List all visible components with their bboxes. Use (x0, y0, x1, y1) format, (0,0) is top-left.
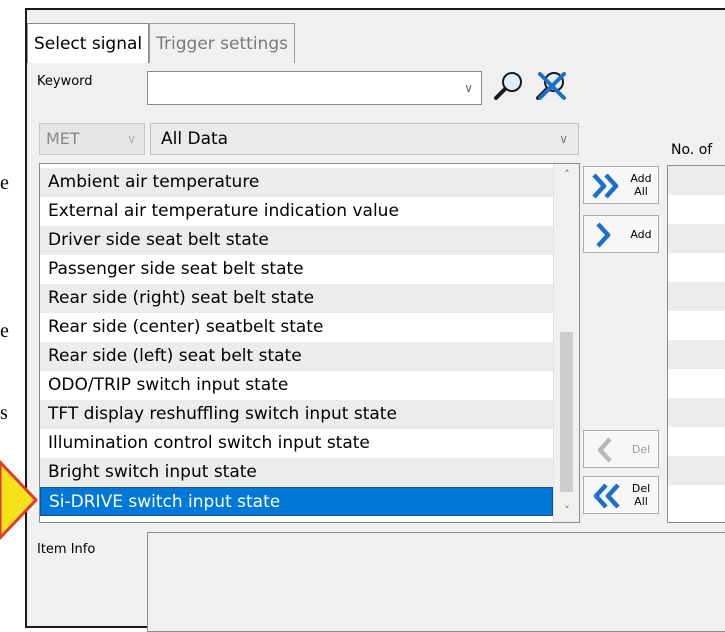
edge-text-fragment: e (0, 172, 9, 194)
item-info-label: Item Info (37, 542, 96, 557)
selected-list-item[interactable] (668, 398, 725, 427)
signal-list-item[interactable]: Rear side (right) seat belt state (40, 284, 553, 313)
chevron-left-icon (597, 437, 612, 463)
signal-list-scrollbar[interactable]: ˄ ˅ (553, 164, 579, 522)
selected-list-item[interactable] (668, 195, 725, 224)
keyword-input[interactable]: ∨ (147, 71, 482, 105)
add-all-button[interactable]: Add All (583, 166, 659, 204)
selected-list-item[interactable] (668, 253, 725, 282)
signal-list-item[interactable]: Ambient air temperature (40, 168, 553, 197)
item-info-box (147, 532, 725, 632)
selected-list-item[interactable] (668, 427, 725, 456)
double-chevron-right-icon (592, 173, 619, 199)
chevron-down-icon: ∨ (559, 132, 568, 146)
tab-select-signal[interactable]: Select signal (27, 23, 150, 63)
search-button[interactable] (492, 68, 528, 102)
add-all-label-line2: All (634, 185, 648, 198)
add-label: Add (630, 227, 652, 241)
tab-bar: Select signal Trigger settings (27, 23, 295, 63)
selected-list-item[interactable] (668, 224, 725, 253)
signal-list-item[interactable]: Rear side (left) seat belt state (40, 342, 553, 371)
met-dropdown[interactable]: MET ∨ (39, 123, 145, 155)
signal-list[interactable]: Ambient air temperature External air temp… (39, 163, 580, 523)
signal-list-item[interactable]: Driver side seat belt state (40, 226, 553, 255)
tab-trigger-settings[interactable]: Trigger settings (149, 23, 295, 63)
data-filter-dropdown[interactable]: All Data ∨ (150, 123, 579, 155)
signal-list-item[interactable]: Passenger side seat belt state (40, 255, 553, 284)
clear-search-icon (536, 72, 566, 100)
scroll-up-icon[interactable]: ˄ (554, 164, 579, 186)
signal-list-item[interactable]: Si-DRIVE switch input state (40, 487, 553, 516)
signal-list-item[interactable]: Bright switch input state (40, 458, 553, 487)
signal-list-item[interactable]: Rear side (center) seatbelt state (40, 313, 553, 342)
right-list-header: No. of (671, 142, 713, 158)
del-label: Del (631, 442, 651, 456)
data-filter-value: All Data (161, 129, 229, 149)
add-all-label-line1: Add (630, 172, 652, 185)
chevron-down-icon: ∨ (127, 132, 136, 146)
del-button[interactable]: Del (583, 430, 659, 468)
signal-list-item[interactable]: TFT display reshuffling switch input sta… (40, 400, 553, 429)
del-all-label-line2: All (634, 495, 648, 508)
selected-list-item[interactable] (668, 485, 725, 514)
edge-text-fragment: s (0, 402, 8, 424)
del-all-button[interactable]: Del All (583, 476, 659, 514)
selected-list-item[interactable] (668, 456, 725, 485)
chevron-down-icon[interactable]: ∨ (464, 81, 473, 95)
edge-text-fragment: e (0, 320, 9, 342)
selected-signals-list[interactable] (667, 165, 725, 523)
chevron-right-icon (596, 222, 611, 248)
selected-list-item[interactable] (668, 282, 725, 311)
keyword-label: Keyword (37, 74, 93, 89)
signal-list-rows: Ambient air temperature External air temp… (40, 168, 553, 516)
met-dropdown-value: MET (46, 129, 80, 148)
scroll-down-icon[interactable]: ˅ (554, 500, 579, 522)
signal-selection-panel: Select signal Trigger settings Keyword ∨… (25, 8, 725, 632)
search-icon (494, 72, 522, 100)
scrollbar-thumb[interactable] (560, 332, 573, 492)
signal-list-item[interactable]: Illumination control switch input state (40, 429, 553, 458)
selected-list-item[interactable] (668, 369, 725, 398)
add-button[interactable]: Add (583, 215, 659, 253)
clear-search-button[interactable] (534, 68, 570, 102)
selected-list-item[interactable] (668, 311, 725, 340)
double-chevron-left-icon (593, 483, 620, 509)
selected-list-item[interactable] (668, 340, 725, 369)
signal-list-item[interactable]: ODO/TRIP switch input state (40, 371, 553, 400)
selected-list-item[interactable] (668, 166, 725, 195)
callout-arrow-icon (0, 460, 38, 540)
del-all-label-line1: Del (631, 482, 651, 495)
signal-list-item[interactable]: External air temperature indication valu… (40, 197, 553, 226)
